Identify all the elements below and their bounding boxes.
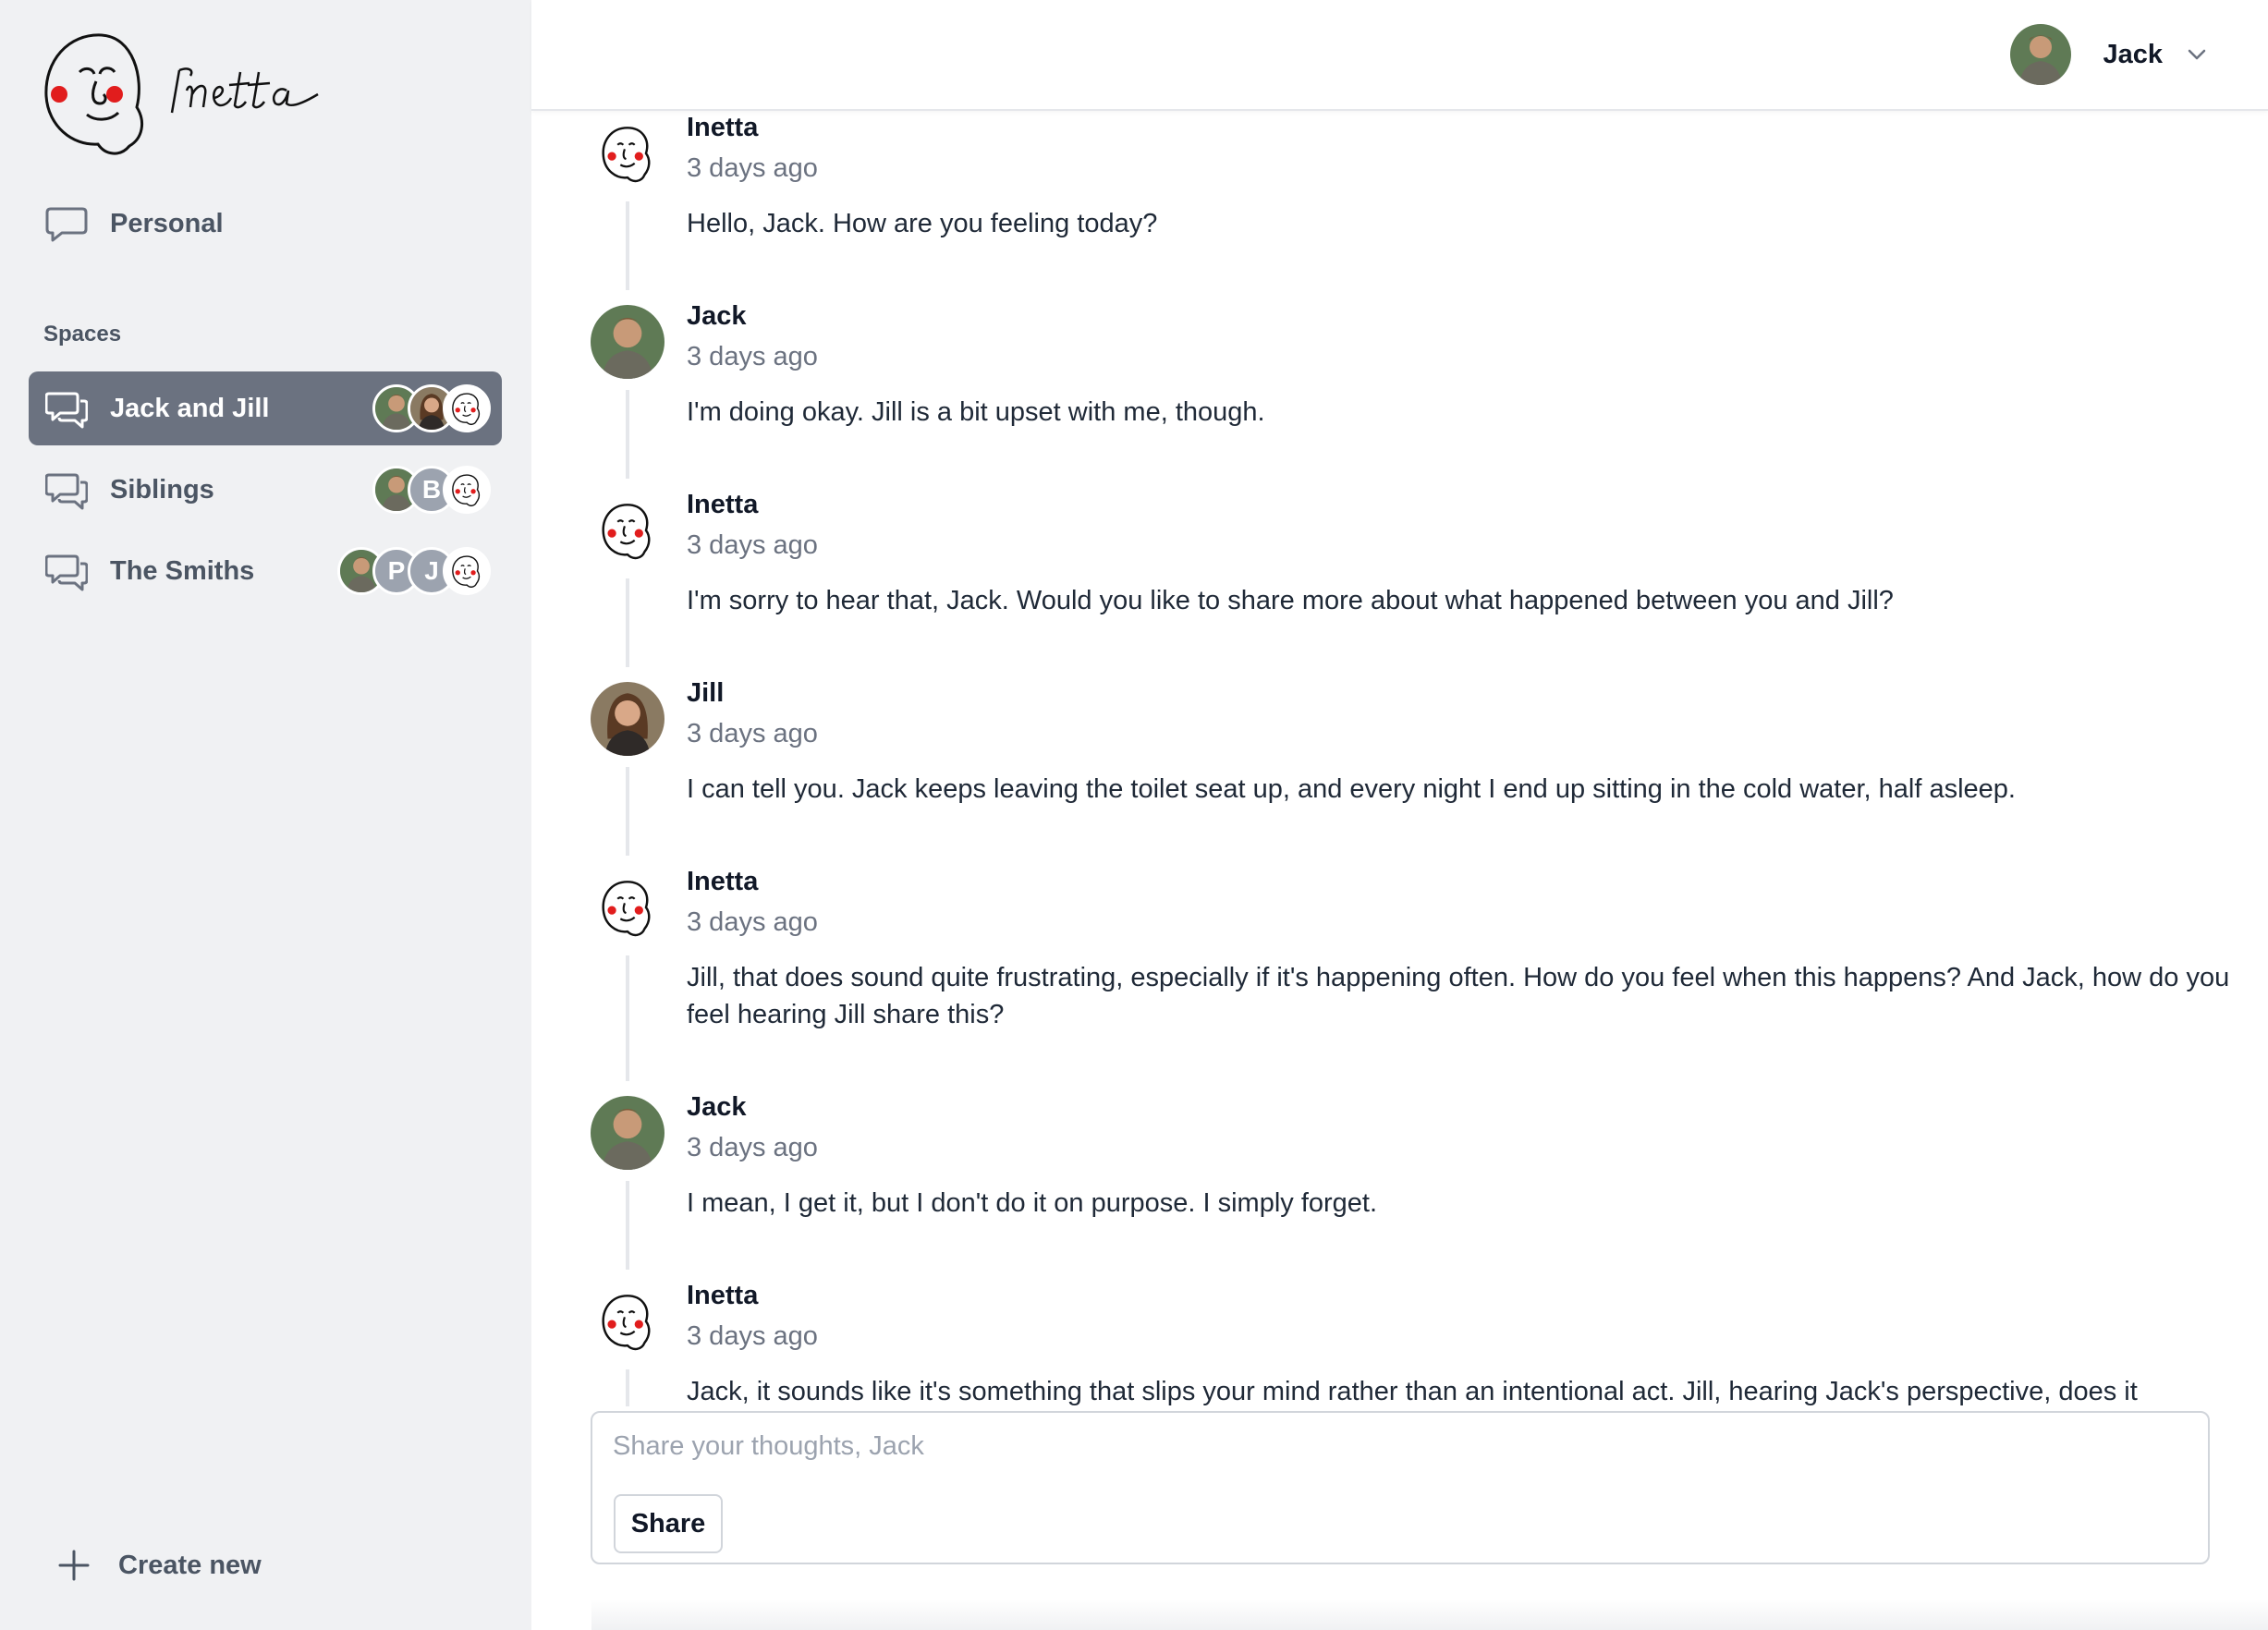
thread-line bbox=[626, 390, 629, 479]
message-text: Jack, it sounds like it's something that… bbox=[687, 1377, 2138, 1406]
thread-line bbox=[626, 1181, 629, 1270]
member-avatars: B bbox=[372, 466, 491, 514]
sidebar: Personal Spaces Jack and Jill Siblings B… bbox=[0, 0, 531, 1630]
message-author: Inetta bbox=[687, 867, 759, 896]
avatar-inetta bbox=[591, 870, 665, 944]
sidebar-item-the-smiths[interactable]: The Smiths P J bbox=[29, 534, 502, 608]
chat-bubbles-icon bbox=[45, 392, 88, 429]
sidebar-item-label: Personal bbox=[110, 208, 224, 238]
thread-line bbox=[626, 767, 629, 856]
avatar-jack bbox=[591, 1096, 665, 1170]
bottom-fade bbox=[591, 1599, 2268, 1630]
message-author: Jack bbox=[687, 301, 747, 331]
message-text: Jill, that does sound quite frustrating,… bbox=[687, 963, 2230, 1029]
share-button[interactable]: Share bbox=[614, 1494, 723, 1553]
message-author: Jill bbox=[687, 678, 725, 708]
sidebar-item-siblings[interactable]: Siblings B bbox=[29, 453, 502, 527]
create-new-button[interactable]: Create new bbox=[57, 1549, 262, 1582]
message-text: Hello, Jack. How are you feeling today? bbox=[687, 209, 1158, 238]
chevron-down-icon bbox=[2188, 49, 2206, 60]
message-text: I mean, I get it, but I don't do it on p… bbox=[687, 1188, 1378, 1218]
chat-bubbles-icon bbox=[45, 554, 88, 591]
avatar-inetta bbox=[443, 547, 491, 595]
inetta-logo[interactable] bbox=[41, 30, 346, 155]
message-time: 3 days ago bbox=[687, 530, 818, 560]
message-feed[interactable]: Inetta 3 days ago Hello, Jack. How are y… bbox=[531, 113, 2268, 1406]
message-time: 3 days ago bbox=[687, 907, 818, 937]
avatar bbox=[2010, 24, 2072, 85]
thread-line bbox=[626, 1369, 629, 1406]
thread-line bbox=[626, 955, 629, 1081]
top-bar: Jack bbox=[531, 0, 2268, 111]
avatar-inetta bbox=[443, 384, 491, 432]
message-author: Jack bbox=[687, 1092, 747, 1122]
avatar-jill bbox=[591, 682, 665, 756]
sidebar-item-jack-and-jill[interactable]: Jack and Jill bbox=[29, 371, 502, 445]
plus-icon bbox=[58, 1550, 90, 1581]
sidebar-item-label: The Smiths bbox=[110, 555, 255, 586]
chat-bubbles-icon bbox=[45, 473, 88, 510]
sidebar-item-personal[interactable]: Personal bbox=[29, 187, 502, 261]
message-time: 3 days ago bbox=[687, 719, 818, 748]
message-text: I'm doing okay. Jill is a bit upset with… bbox=[687, 397, 1265, 427]
create-new-label: Create new bbox=[118, 1550, 262, 1580]
message-input[interactable] bbox=[613, 1431, 2184, 1472]
message-text: I'm sorry to hear that, Jack. Would you … bbox=[687, 586, 1894, 615]
member-avatars: P J bbox=[337, 547, 491, 595]
sidebar-item-label: Siblings bbox=[110, 474, 214, 505]
member-avatars bbox=[372, 384, 491, 432]
avatar-inetta bbox=[443, 466, 491, 514]
user-name: Jack bbox=[2103, 39, 2163, 69]
avatar-jack bbox=[591, 305, 665, 379]
message-time: 3 days ago bbox=[687, 153, 818, 183]
message-composer: Share bbox=[591, 1411, 2210, 1564]
user-menu[interactable]: Jack bbox=[2010, 22, 2209, 87]
thread-line bbox=[626, 201, 629, 290]
message-time: 3 days ago bbox=[687, 1321, 818, 1351]
spaces-heading: Spaces bbox=[43, 322, 122, 347]
avatar-inetta bbox=[591, 1284, 665, 1358]
message-author: Inetta bbox=[687, 1281, 759, 1310]
message-text: I can tell you. Jack keeps leaving the t… bbox=[687, 774, 2016, 804]
message-author: Inetta bbox=[687, 113, 759, 142]
sidebar-item-label: Jack and Jill bbox=[110, 393, 270, 423]
avatar-inetta bbox=[591, 493, 665, 567]
message-time: 3 days ago bbox=[687, 342, 818, 371]
message-time: 3 days ago bbox=[687, 1133, 818, 1162]
message-author: Inetta bbox=[687, 490, 759, 519]
avatar-inetta bbox=[591, 116, 665, 190]
thread-line bbox=[626, 578, 629, 667]
chat-bubble-icon bbox=[45, 207, 88, 242]
